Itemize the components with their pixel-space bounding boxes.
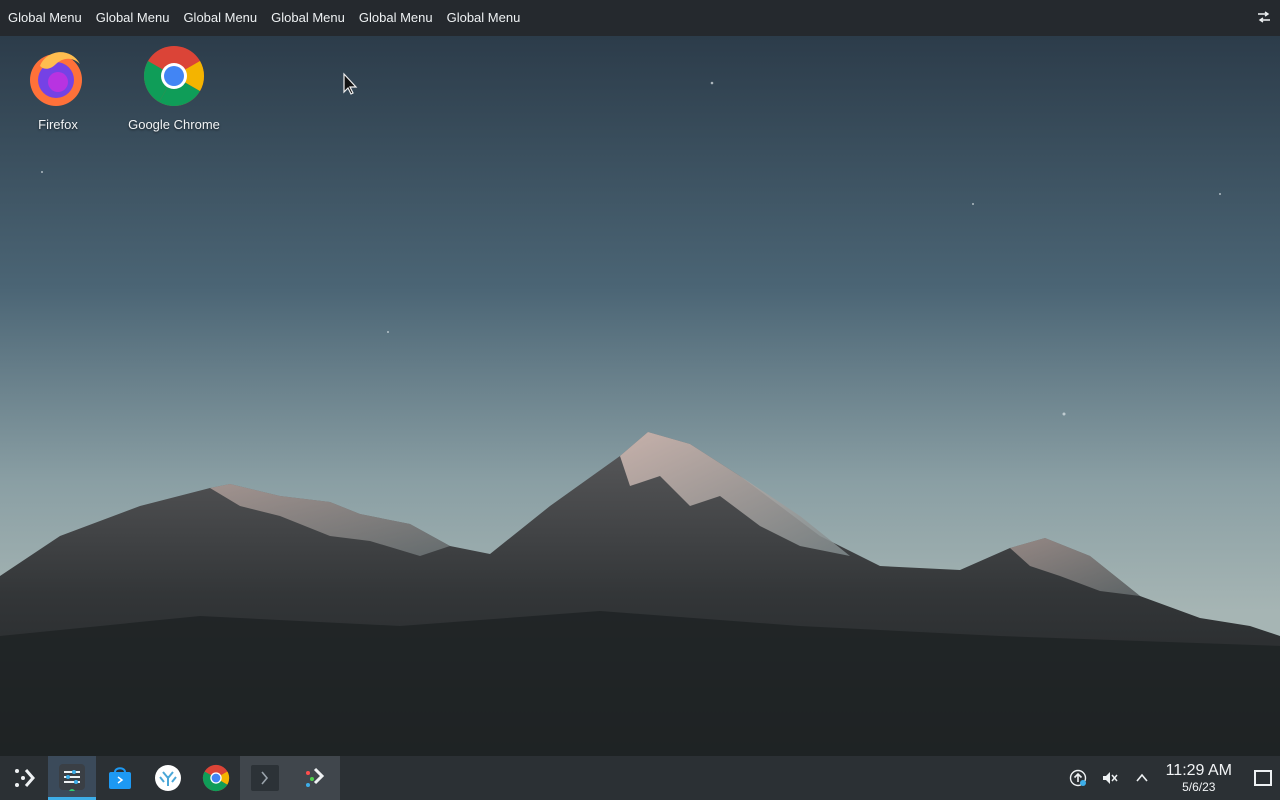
chrome-icon <box>202 764 230 792</box>
global-menu-6[interactable]: Global Menu <box>441 0 527 36</box>
task-terminal[interactable] <box>240 756 290 800</box>
global-menu-1[interactable]: Global Menu <box>2 0 88 36</box>
desktop-icon-firefox[interactable]: Firefox <box>8 44 108 132</box>
desktop-icon-label: Firefox <box>38 117 78 132</box>
task-coral-app[interactable] <box>144 756 192 800</box>
clock-date: 5/6/23 <box>1182 780 1216 794</box>
digital-clock[interactable]: 11:29 AM 5/6/23 <box>1166 762 1232 794</box>
app-launcher-icon <box>15 769 35 787</box>
volume-muted-icon[interactable] <box>1100 768 1120 788</box>
task-google-chrome[interactable] <box>192 756 240 800</box>
update-notifier-icon[interactable] <box>1068 768 1088 788</box>
firefox-icon <box>30 52 82 106</box>
coral-app-icon <box>155 765 181 791</box>
taskbar: 11:29 AM 5/6/23 <box>0 756 1280 800</box>
task-system-settings[interactable] <box>48 756 96 800</box>
global-menu-3[interactable]: Global Menu <box>177 0 263 36</box>
global-menu-4[interactable]: Global Menu <box>265 0 351 36</box>
global-menu-bar: Global Menu Global Menu Global Menu Glob… <box>0 0 1280 36</box>
desktop-icon-label: Google Chrome <box>128 117 220 132</box>
show-desktop-button[interactable] <box>1254 770 1272 786</box>
panel-settings-icon[interactable] <box>1256 9 1272 25</box>
chevron-up-icon[interactable] <box>1132 768 1152 788</box>
global-menu-5[interactable]: Global Menu <box>353 0 439 36</box>
steam-deck-icon <box>306 767 325 787</box>
desktop-wallpaper <box>0 36 1280 756</box>
system-tray: 11:29 AM 5/6/23 <box>1062 756 1280 800</box>
desktop-icon-chrome[interactable]: Google Chrome <box>124 44 224 132</box>
terminal-icon <box>251 765 279 791</box>
discover-store-icon <box>109 767 131 789</box>
mouse-cursor-icon <box>343 72 358 95</box>
task-steam-deck[interactable] <box>290 756 340 800</box>
task-discover-store[interactable] <box>96 756 144 800</box>
chrome-icon <box>143 46 205 107</box>
system-settings-icon <box>59 763 85 791</box>
clock-time: 11:29 AM <box>1165 762 1232 779</box>
application-launcher-button[interactable] <box>0 756 48 800</box>
global-menu-2[interactable]: Global Menu <box>90 0 176 36</box>
